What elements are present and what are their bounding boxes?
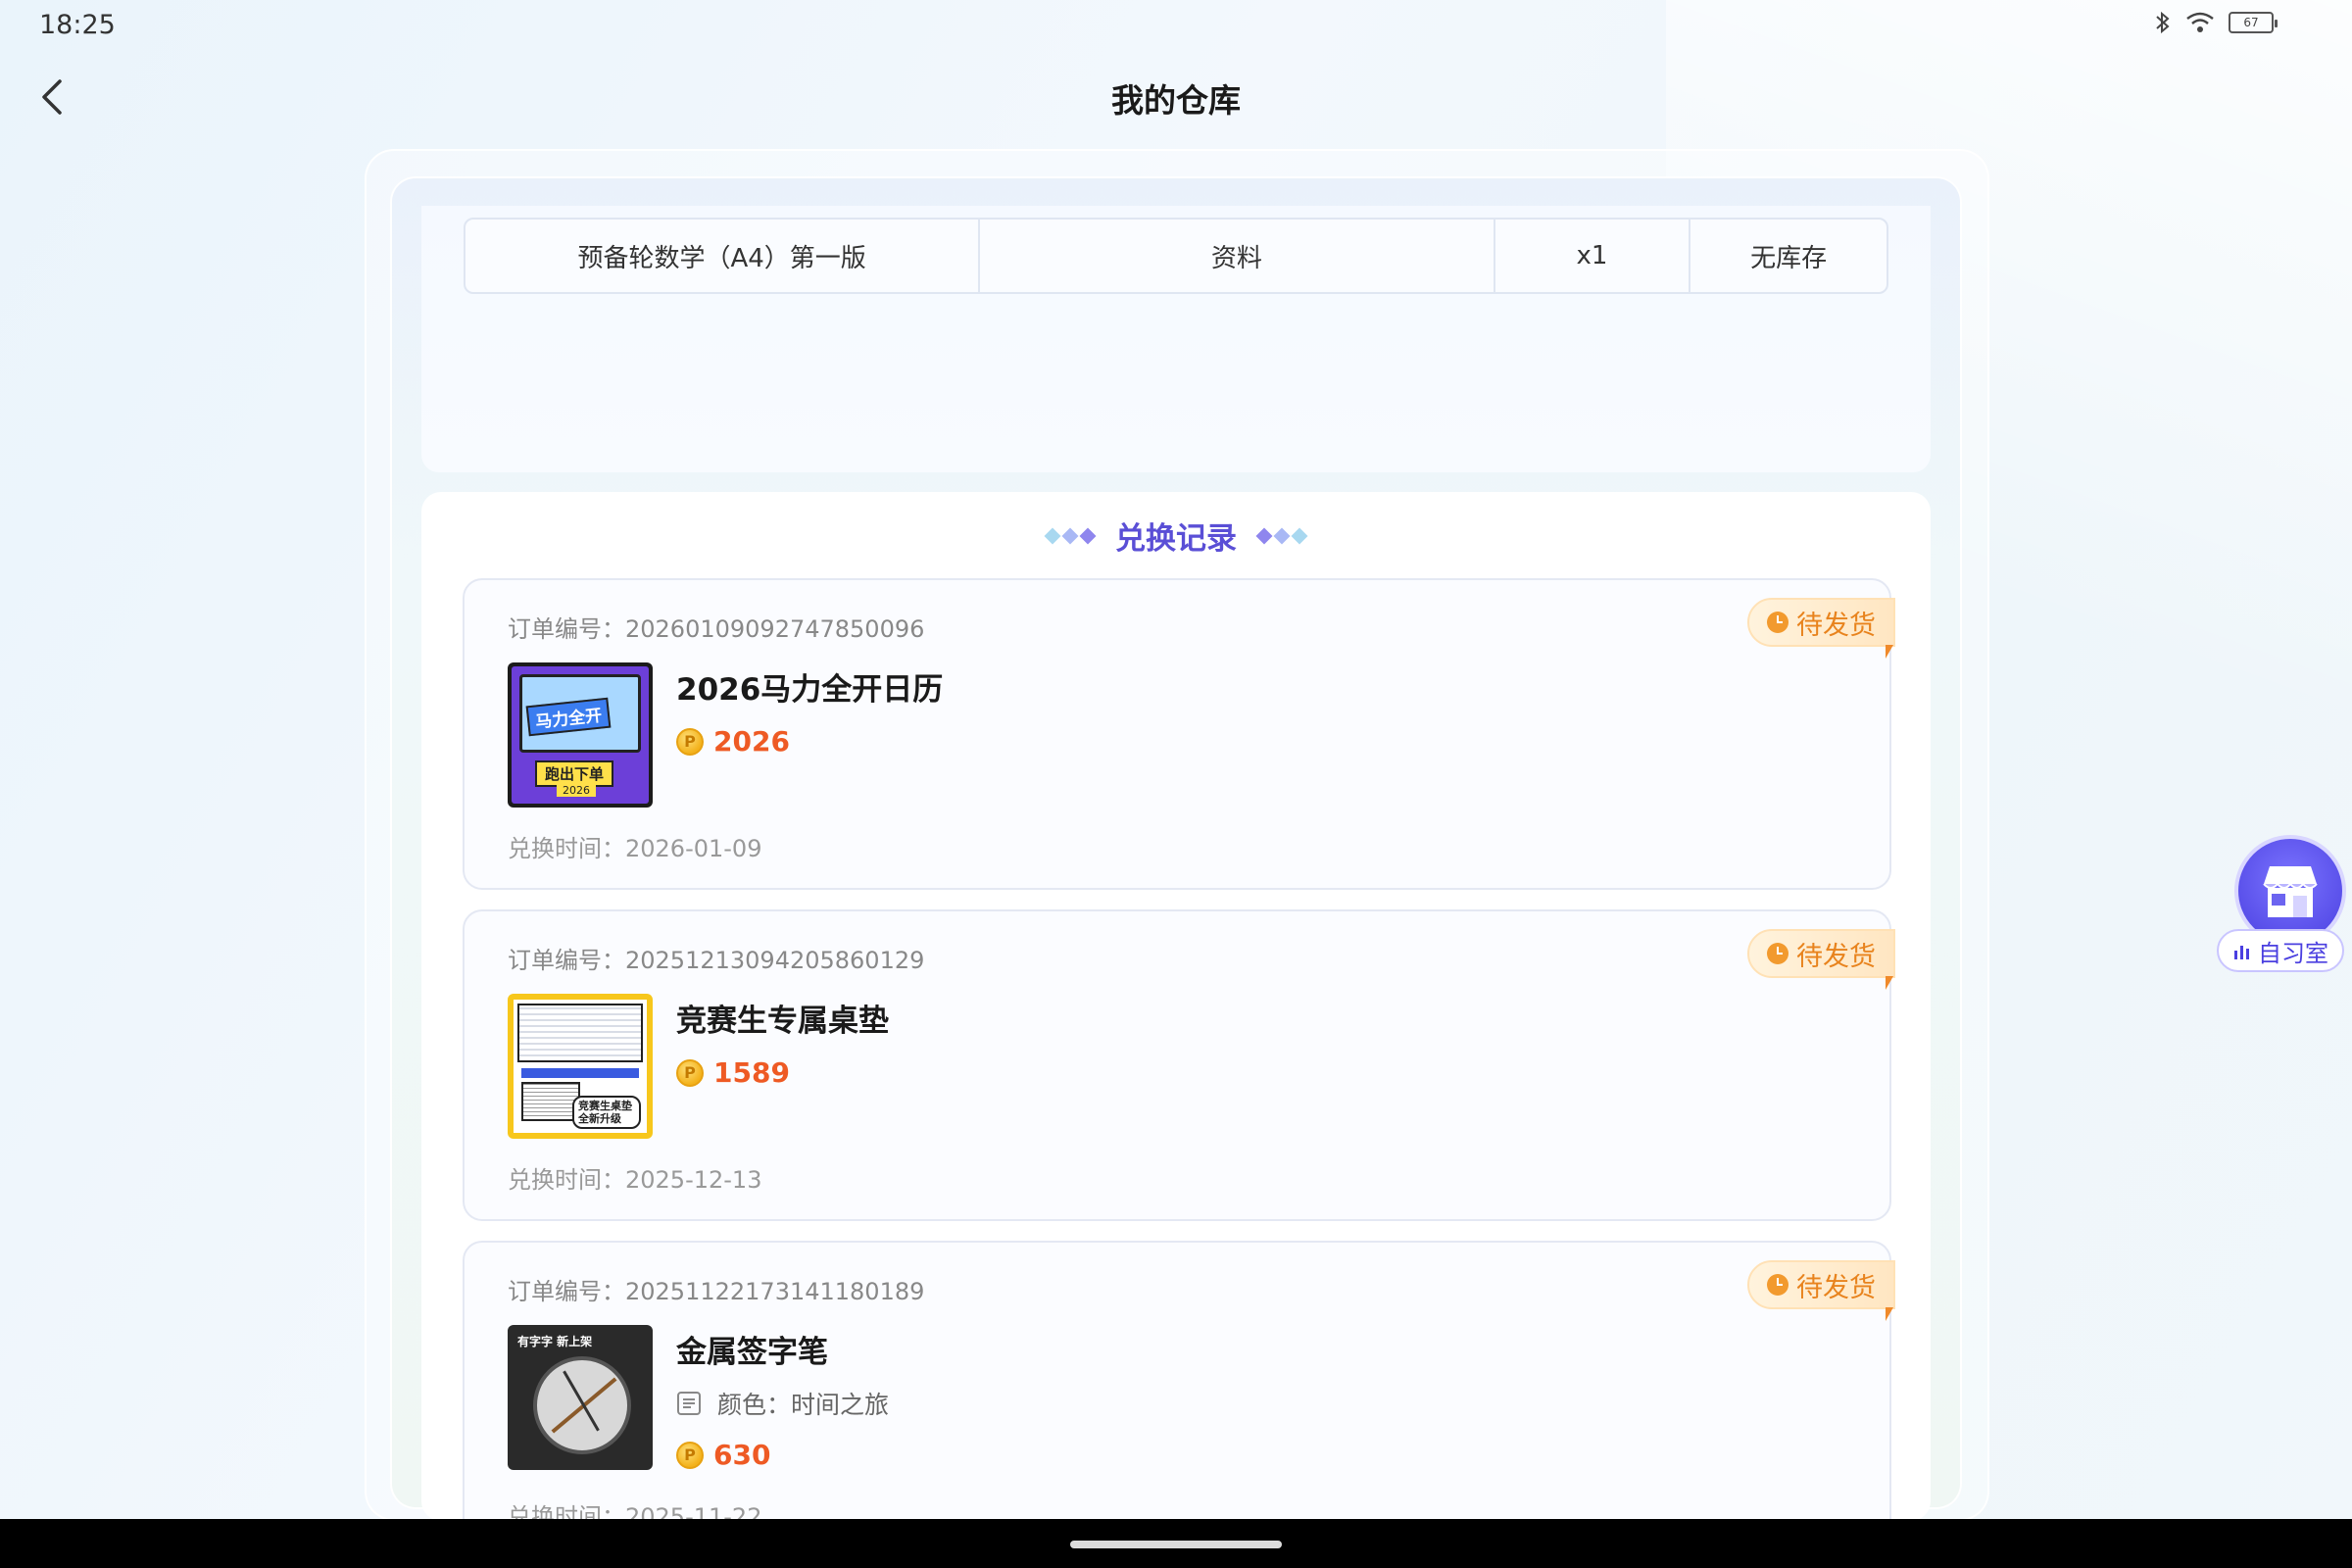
exchange-record-card: 兑换记录 订单编号：20260109092747850096 马力全开 跑出下单… <box>421 492 1931 1521</box>
pen-thumb-line1: 有字字 新上架 <box>517 1335 593 1348</box>
price: 2026 <box>713 725 790 758</box>
order-number: 订单编号：20251122173141180189 <box>508 1278 925 1305</box>
coin-icon: P <box>676 1058 704 1087</box>
calendar-thumb-line3: 2026 <box>557 784 596 797</box>
bluetooth-icon <box>2156 11 2170 34</box>
status-icons: 67 <box>2154 10 2278 35</box>
section-title: 兑换记录 <box>1115 521 1237 557</box>
list-icon <box>677 1392 701 1415</box>
attribute-row: 颜色：时间之旅 <box>676 1386 889 1421</box>
exchange-time: 兑换时间：2026-01-09 <box>508 835 762 862</box>
navigation-bar <box>0 1519 2352 1568</box>
study-room-label: 自习室 <box>2258 939 2328 967</box>
status-text: 待发货 <box>1796 1272 1876 1303</box>
bar-chart-icon <box>2234 946 2249 959</box>
order-card[interactable]: 订单编号：20251122173141180189 有字字 新上架 金属签字笔 … <box>463 1241 1895 1521</box>
price-row: P 2026 <box>676 725 790 758</box>
home-indicator[interactable] <box>1070 1541 1282 1548</box>
status-badge: 待发货 <box>1747 1260 1895 1321</box>
inventory-item-qty: x1 <box>1495 220 1691 292</box>
clock-icon <box>1767 943 1788 964</box>
status-badge: 待发货 <box>1747 929 1895 990</box>
product-image-pen: 有字字 新上架 <box>508 1325 653 1470</box>
price-row: P 630 <box>676 1439 770 1471</box>
price: 630 <box>713 1439 771 1471</box>
exchange-time: 兑换时间：2025-11-22 <box>508 1503 762 1521</box>
exchange-time: 兑换时间：2025-12-13 <box>508 1166 762 1194</box>
product-image-deskmat: 竞赛生桌垫 全新升级 <box>508 994 653 1139</box>
status-badge: 待发货 <box>1747 598 1895 659</box>
order-card[interactable]: 订单编号：20251213094205860129 竞赛生桌垫 全新升级 竞赛生… <box>463 909 1895 1221</box>
status-text: 待发货 <box>1796 610 1876 641</box>
coin-icon: P <box>676 727 704 756</box>
inventory-row[interactable]: 预备轮数学（A4）第一版 资料 x1 无库存 <box>464 218 1888 294</box>
study-room-button[interactable]: 自习室 <box>2217 835 2346 978</box>
calendar-thumb-line2: 跑出下单 <box>535 760 614 787</box>
price-row: P 1589 <box>676 1056 790 1089</box>
status-text: 待发货 <box>1796 941 1876 972</box>
status-bar: 18:25 67 <box>0 0 2352 49</box>
wifi-icon <box>2186 12 2214 32</box>
deskmat-thumb-line2: 全新升级 <box>578 1112 621 1126</box>
clock-icon <box>1767 1274 1788 1296</box>
battery-icon: 67 <box>2229 12 2278 33</box>
product-name: 金属签字笔 <box>676 1335 828 1370</box>
battery-level: 67 <box>2243 16 2259 29</box>
diamond-decoration-right-icon <box>1255 527 1308 544</box>
inventory-item-stock: 无库存 <box>1750 243 1828 273</box>
inventory-item-name: 预备轮数学（A4）第一版 <box>466 220 981 292</box>
price: 1589 <box>713 1056 790 1089</box>
diamond-decoration-left-icon <box>1044 527 1097 544</box>
deskmat-thumb-line1: 竞赛生桌垫 <box>578 1100 632 1112</box>
coin-icon: P <box>676 1441 704 1469</box>
section-header: 兑换记录 <box>421 514 1931 558</box>
order-number: 订单编号：20260109092747850096 <box>508 615 925 643</box>
product-name: 竞赛生专属桌垫 <box>676 1004 889 1039</box>
product-name: 2026马力全开日历 <box>676 672 944 708</box>
inventory-item-type: 资料 <box>980 220 1495 292</box>
attribute-text: 颜色：时间之旅 <box>717 1391 890 1419</box>
order-number: 订单编号：20251213094205860129 <box>508 947 925 974</box>
status-time: 18:25 <box>39 10 116 40</box>
clock-icon <box>1767 612 1788 633</box>
page-title: 我的仓库 <box>1111 81 1241 120</box>
study-room-label-pill: 自习室 <box>2217 929 2344 972</box>
product-image-calendar: 马力全开 跑出下单 2026 <box>508 662 653 808</box>
order-card[interactable]: 订单编号：20260109092747850096 马力全开 跑出下单 2026… <box>463 578 1895 890</box>
